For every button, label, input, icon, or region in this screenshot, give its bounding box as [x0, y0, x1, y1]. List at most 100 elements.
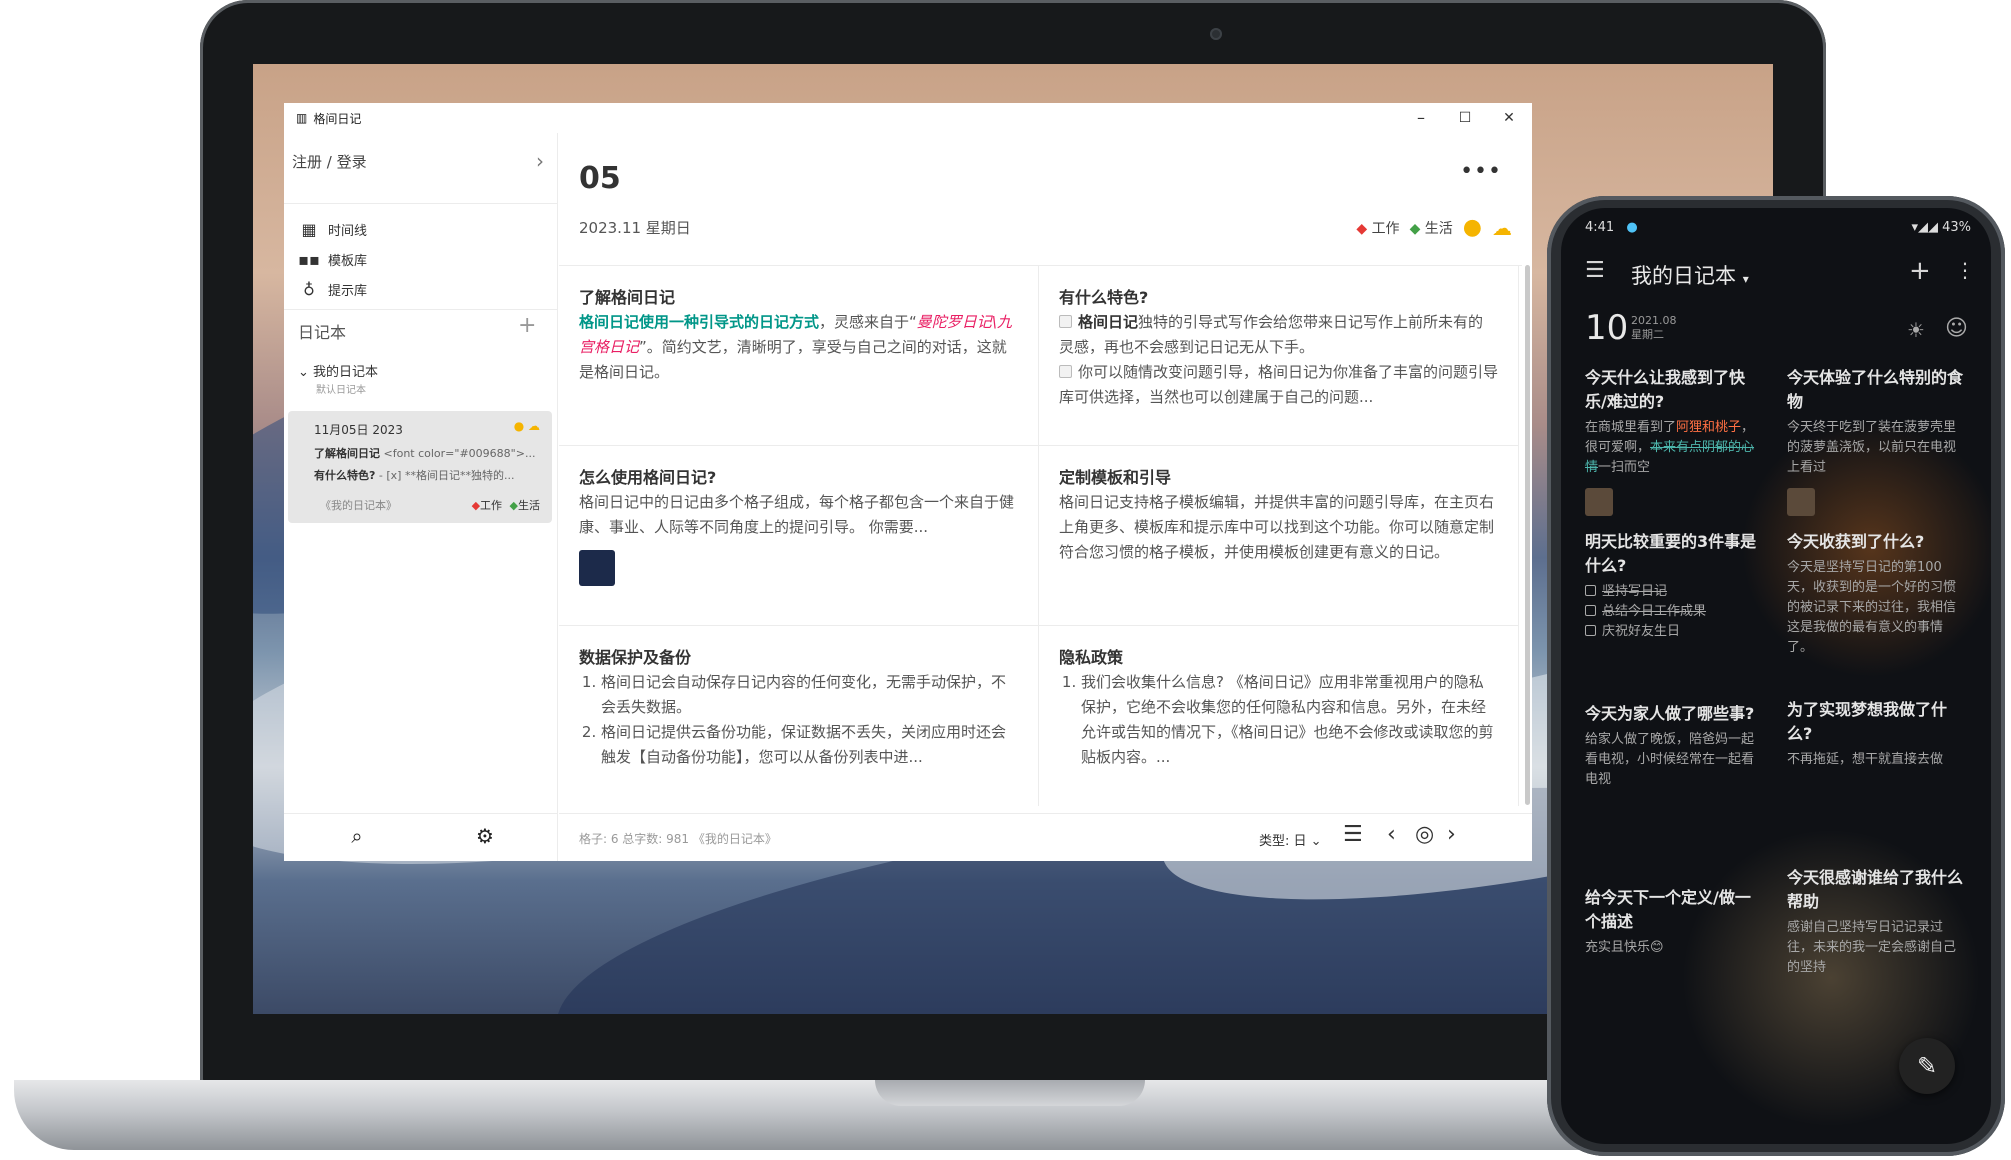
grid-icon: ▪▪	[298, 249, 320, 269]
body-text: ，灵感来自于“	[819, 313, 917, 331]
entry-preview-line: 了解格间日记 <font color="#009688">...	[314, 445, 544, 461]
list-view-icon[interactable]: ☰	[1343, 822, 1363, 847]
diary-main: 05 ••• 2023.11 星期日 ◆ 工作 ◆ 生活 ● ☁ 了解格间日记 …	[559, 133, 1532, 861]
cell-body: 格间日记支持格子模板编辑，并提供丰富的问题引导库，在主页右上角更多、模板库和提示…	[1059, 493, 1495, 561]
answer-text[interactable]: 今天终于吃到了装在菠萝壳里的菠萝盖浇饭，以前只在电视上看过	[1787, 418, 1967, 478]
mood-icon: ●	[513, 419, 525, 433]
today-icon[interactable]: ◎	[1415, 822, 1434, 847]
next-icon[interactable]: ›	[1447, 822, 1456, 847]
tag-life[interactable]: ◆ 生活	[1410, 218, 1453, 238]
divider	[284, 203, 558, 204]
question-title: 今天收获到了什么?	[1787, 532, 1925, 551]
phone-date: 2021.08	[1631, 314, 1677, 327]
question-title: 今天很感谢谁给了我什么帮助	[1787, 868, 1964, 911]
sun-icon[interactable]: ☀	[1907, 318, 1925, 342]
compose-button[interactable]: ✎	[1899, 1038, 1955, 1094]
app-title: 格间日记	[313, 111, 362, 126]
battery-level: 43%	[1942, 220, 1971, 235]
smile-icon[interactable]: ☺	[1945, 316, 1968, 341]
menu-icon[interactable]: ☰	[1585, 258, 1605, 283]
search-button[interactable]: ⌕	[342, 824, 372, 848]
answer-part: 一扫而空	[1598, 460, 1651, 475]
answer-image[interactable]	[1585, 488, 1613, 516]
tag-icon: ◆	[471, 499, 481, 512]
sidebar-item-prompts[interactable]: ♁ 提示库	[298, 277, 367, 301]
laptop-notch	[875, 1080, 1145, 1106]
grid-cell[interactable]: 有什么特色? 格间日记独特的引导式写作会给您带来日记写作上前所未有的灵感，再也不…	[1039, 266, 1519, 446]
answer-highlight: 阿狸和桃子	[1676, 420, 1742, 435]
checklist-item[interactable]: 总结今日工作成果	[1585, 602, 1765, 622]
minimize-button[interactable]: –	[1406, 107, 1436, 129]
status-time: 4:41	[1585, 220, 1615, 235]
prev-icon[interactable]: ‹	[1387, 822, 1396, 847]
scrollbar[interactable]	[1525, 265, 1530, 805]
type-select[interactable]: 类型: 日 ⌄	[1259, 830, 1322, 849]
sidebar-item-templates[interactable]: ▪▪ 模板库	[298, 247, 367, 271]
login-button[interactable]: 注册 / 登录 ›	[292, 149, 550, 181]
answer-text[interactable]: 给家人做了晚饭，陪爸妈一起看电视，小时候经常在一起看电视	[1585, 730, 1765, 790]
grid-cell[interactable]: 怎么使用格间日记? 格间日记中的日记由多个格子组成，每个格子都包含一个来自于健康…	[559, 446, 1039, 626]
cell-checklist-item: 你可以随情改变问题引导，格间日记为你准备了丰富的问题引导库可供选择，当然也可以创…	[1059, 360, 1498, 410]
phone-title[interactable]: 我的日记本 ▾	[1631, 260, 1749, 290]
cell-list: 格间日记会自动保存日记内容的任何变化，无需手动保护，不会丢失数据。 格间日记提供…	[579, 670, 1018, 770]
answer-text[interactable]: 充实且快乐😊	[1585, 938, 1765, 958]
bold-text: 格间日记	[1078, 313, 1139, 331]
app-logo-icon: ▥	[296, 111, 308, 125]
question-title: 明天比较重要的3件事是什么?	[1585, 532, 1757, 575]
maximize-button[interactable]: ☐	[1450, 107, 1480, 129]
sidebar: 注册 / 登录 › ▦ 时间线 ▪▪ 模板库 ♁ 提示库 日记本 + ⌄ 我的日…	[284, 133, 558, 861]
entry-date: 2023.11 星期日	[579, 219, 691, 237]
checklist-item[interactable]: 庆祝好友生日	[1585, 622, 1765, 642]
chevron-right-icon: ›	[536, 149, 544, 173]
calendar-icon: ▦	[301, 219, 317, 239]
login-label: 注册 / 登录	[292, 153, 367, 171]
grid-cell[interactable]: 定制模板和引导 格间日记支持格子模板编辑，并提供丰富的问题引导库，在主页右上角更…	[1039, 446, 1519, 626]
weather-icon[interactable]: ☁	[1492, 216, 1512, 240]
list-item: 我们会收集什么信息? 《格间日记》应用非常重视用户的隐私保护，它绝不会收集您的任…	[1081, 670, 1498, 770]
notebooks-section-title: 日记本	[298, 323, 347, 342]
tag-work[interactable]: ◆ 工作	[1356, 218, 1399, 238]
weather-icon: ☁	[528, 419, 540, 433]
checkbox	[1585, 625, 1596, 636]
add-icon[interactable]: +	[1909, 256, 1931, 286]
entry-notebook: 《我的日记本》	[320, 499, 397, 512]
sidebar-item-label: 模板库	[328, 253, 368, 269]
grid-cell[interactable]: 了解格间日记 格间日记使用一种引导式的日记方式，灵感来自于“曼陀罗日记\九宫格日…	[559, 266, 1039, 446]
answer-text[interactable]: 在商城里看到了阿狸和桃子，很可爱啊，本来有点阴郁的心情一扫而空	[1585, 418, 1765, 478]
more-options-button[interactable]: •••	[1460, 159, 1502, 184]
add-notebook-button[interactable]: +	[518, 313, 536, 338]
grid-cell[interactable]: 隐私政策 我们会收集什么信息? 《格间日记》应用非常重视用户的隐私保护，它绝不会…	[1039, 626, 1519, 806]
answer-text[interactable]: 感谢自己坚持写日记记录过往，未来的我一定会感谢自己的坚持	[1787, 918, 1967, 978]
notebook-item[interactable]: ⌄ 我的日记本	[298, 361, 378, 380]
bulb-icon: ♁	[303, 279, 315, 299]
phone-screen: 4:41 ● ▾◢◢ 43% ☰ 我的日记本 ▾ + ⋮ 10 2021.08 …	[1561, 208, 1991, 1144]
answer-image[interactable]	[1787, 488, 1815, 516]
checkbox[interactable]	[1059, 365, 1072, 378]
phone-left-column: 今天什么让我感到了快乐/难过的? 在商城里看到了阿狸和桃子，很可爱啊，本来有点阴…	[1585, 366, 1765, 958]
checklist-item[interactable]: 坚持写日记	[1585, 582, 1765, 602]
more-vert-icon[interactable]: ⋮	[1955, 258, 1975, 282]
entry-stats: 格子: 6 总字数: 981 《我的日记本》	[579, 832, 777, 846]
notebook-subtitle: 默认日记本	[316, 385, 366, 396]
entry-card[interactable]: 11月05日 2023 ● ☁ 了解格间日记 <font color="#009…	[288, 411, 552, 523]
checkbox[interactable]	[1059, 315, 1072, 328]
entry-tags: ◆ 工作 ◆ 生活 ● ☁	[1356, 215, 1512, 240]
answer-text[interactable]: 不再拖延，想干就直接去做	[1787, 750, 1967, 770]
body-text: ”。简约文艺，清晰明了，享受与自己之间的对话，这就是格间日记。	[579, 338, 1007, 381]
answer-text[interactable]: 今天是坚持写日记的第100天，收获到的是一个好的习惯的被记录下来的过往，我相信这…	[1787, 558, 1967, 658]
mood-icon[interactable]: ●	[1463, 215, 1482, 240]
question-title: 今天什么让我感到了快乐/难过的?	[1585, 368, 1746, 411]
close-button[interactable]: ✕	[1494, 107, 1524, 129]
grid-cell[interactable]: 数据保护及备份 格间日记会自动保存日记内容的任何变化，无需手动保护，不会丢失数据…	[559, 626, 1039, 806]
checkbox	[1585, 585, 1596, 596]
sidebar-item-timeline[interactable]: ▦ 时间线	[298, 217, 367, 241]
phone-top-bar: ☰ 我的日记本 ▾ + ⋮	[1585, 256, 1975, 292]
image-thumbnail[interactable]	[579, 550, 615, 586]
cell-title: 有什么特色?	[1059, 288, 1149, 307]
settings-button[interactable]: ⚙	[470, 824, 500, 848]
cell-checklist-item: 格间日记独特的引导式写作会给您带来日记写作上前所未有的灵感，再也不会感到记日记无…	[1059, 310, 1498, 360]
cell-list: 我们会收集什么信息? 《格间日记》应用非常重视用户的隐私保护，它绝不会收集您的任…	[1059, 670, 1498, 770]
entry-preview-text: <font color="#009688">...	[383, 447, 536, 460]
